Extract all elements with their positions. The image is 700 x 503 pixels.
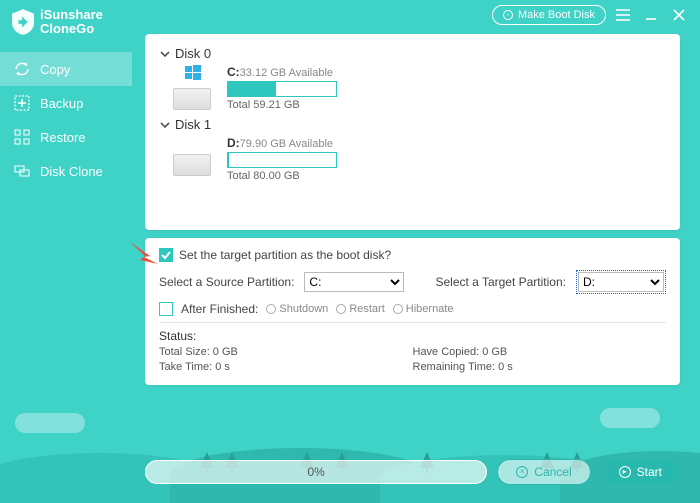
source-partition-select[interactable]: C:: [304, 272, 404, 292]
progress-bar: 0%: [145, 460, 487, 484]
start-button[interactable]: ▸ Start: [601, 459, 680, 485]
sidebar-item-backup[interactable]: Backup: [0, 86, 132, 120]
start-icon: ▸: [619, 466, 631, 478]
disk-icon: ◦: [503, 10, 513, 20]
sidebar-item-label: Copy: [40, 62, 70, 77]
backup-icon: [14, 95, 30, 111]
status-have-copied: Have Copied: 0 GB: [413, 346, 667, 358]
radio-shutdown[interactable]: Shutdown: [266, 303, 328, 315]
disk0-header[interactable]: Disk 0: [159, 46, 666, 61]
chevron-down-icon: [159, 119, 171, 131]
after-finished-checkbox[interactable]: [159, 302, 173, 316]
chevron-down-icon: [159, 48, 171, 60]
minimize-button[interactable]: [640, 4, 662, 26]
cancel-button[interactable]: × Cancel: [497, 459, 590, 485]
disk0-title: Disk 0: [175, 46, 211, 61]
sidebar-item-copy[interactable]: Copy: [0, 52, 132, 86]
radio-restart[interactable]: Restart: [336, 303, 384, 315]
set-target-boot-label: Set the target partition as the boot dis…: [179, 248, 391, 262]
disk0-letter: C:: [227, 65, 240, 79]
target-partition-select[interactable]: D:: [578, 272, 664, 292]
close-button[interactable]: [668, 4, 690, 26]
restore-icon: [14, 129, 30, 145]
disk0-available: 33.12 GB Available: [240, 67, 333, 79]
disk1-total: Total 80.00 GB: [227, 170, 337, 182]
radio-hibernate[interactable]: Hibernate: [393, 303, 454, 315]
target-partition-label: Select a Target Partition:: [435, 275, 566, 289]
status-take-time: Take Time: 0 s: [159, 361, 413, 373]
disks-panel: Disk 0 C:33.12 GB Available Total 59.21 …: [145, 34, 680, 230]
pointer-arrow-icon: [130, 242, 158, 264]
disk1-usage-bar: [227, 152, 337, 168]
disk0-row: C:33.12 GB Available Total 59.21 GB: [173, 65, 666, 111]
disk1-title: Disk 1: [175, 117, 211, 132]
copy-icon: [14, 61, 30, 77]
source-partition-label: Select a Source Partition:: [159, 275, 294, 289]
windows-icon: [185, 65, 201, 81]
cancel-icon: ×: [516, 466, 528, 478]
sidebar-item-label: Disk Clone: [40, 164, 103, 179]
sidebar: iSunshare CloneGo Copy Backup Restore Di…: [0, 0, 132, 503]
options-panel: Set the target partition as the boot dis…: [145, 238, 680, 385]
disk1-header[interactable]: Disk 1: [159, 117, 666, 132]
start-label: Start: [637, 465, 662, 479]
sidebar-item-disk-clone[interactable]: Disk Clone: [0, 154, 132, 188]
disk1-row: D:79.90 GB Available Total 80.00 GB: [173, 136, 666, 182]
status-total-size: Total Size: 0 GB: [159, 346, 413, 358]
progress-label: 0%: [307, 465, 324, 479]
drive-icon: [173, 88, 211, 110]
disk0-total: Total 59.21 GB: [227, 99, 337, 111]
sidebar-item-label: Restore: [40, 130, 86, 145]
sidebar-item-label: Backup: [40, 96, 83, 111]
menu-button[interactable]: [612, 4, 634, 26]
status-title: Status:: [159, 329, 666, 343]
cancel-label: Cancel: [534, 465, 571, 479]
sidebar-item-restore[interactable]: Restore: [0, 120, 132, 154]
disk1-available: 79.90 GB Available: [240, 138, 333, 150]
disk-clone-icon: [14, 163, 30, 179]
disk0-usage-bar: [227, 81, 337, 97]
make-boot-disk-button[interactable]: ◦ Make Boot Disk: [492, 5, 606, 25]
disk1-letter: D:: [227, 136, 240, 150]
make-boot-label: Make Boot Disk: [518, 9, 595, 21]
after-finished-label: After Finished:: [181, 302, 258, 316]
drive-icon: [173, 154, 211, 176]
set-target-boot-checkbox[interactable]: [159, 248, 173, 262]
status-remaining-time: Remaining Time: 0 s: [413, 361, 667, 373]
